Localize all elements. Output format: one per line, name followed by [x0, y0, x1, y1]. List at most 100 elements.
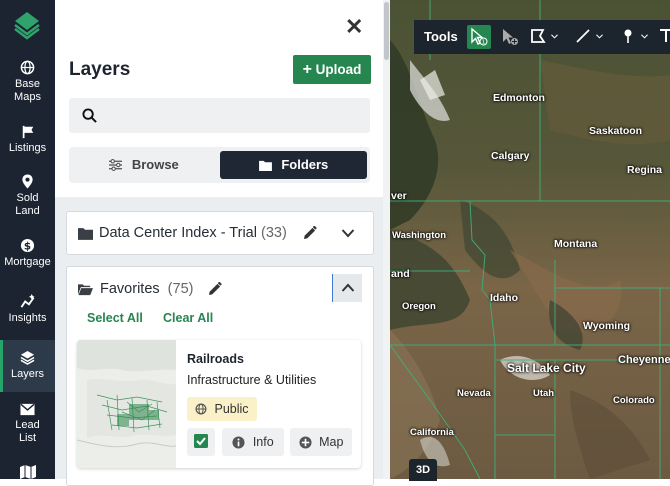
map-place-label: Saskatoon	[589, 125, 643, 137]
app-logo-icon[interactable]	[12, 10, 42, 40]
tab-browse[interactable]: Browse	[69, 147, 219, 183]
line-draw-icon	[576, 29, 590, 43]
layer-category: Infrastructure & Utilities	[187, 373, 317, 387]
folder-name: Data Center Index - Trial	[99, 225, 257, 241]
nav-item-label: Base Maps	[14, 78, 41, 103]
nav-item-label: Sold Land	[15, 192, 40, 217]
upload-button[interactable]: + Upload	[293, 55, 371, 84]
search-input[interactable]	[69, 98, 370, 133]
checkbox-checked-icon	[194, 434, 208, 448]
tab-browse-label: Browse	[131, 157, 179, 172]
chevron-down-icon	[551, 34, 558, 39]
folder-count: (33)	[261, 225, 287, 241]
folder-title[interactable]: Favorites (75)	[100, 281, 193, 297]
status-badge: Public	[187, 397, 257, 421]
tab-folders[interactable]: Folders	[220, 151, 367, 179]
collapse-button[interactable]	[332, 274, 362, 302]
map-place-label: Salt Lake City	[507, 361, 586, 375]
layer-thumbnail	[77, 340, 176, 468]
panel-scrollbar-thumb[interactable]	[384, 2, 389, 60]
tab-folders-label: Folders	[281, 157, 329, 172]
chevron-down-icon[interactable]	[341, 228, 355, 238]
dollar-icon: $	[20, 238, 35, 252]
folder-name: Favorites	[100, 281, 160, 297]
map-place-label: Calgary	[491, 150, 530, 162]
map-place-label: Montana	[554, 238, 598, 250]
map-button[interactable]: Map	[290, 428, 352, 456]
map-toolbar: Tools 1	[414, 20, 670, 54]
panel-scrollbar[interactable]	[383, 0, 390, 479]
nav-item-label: Listings	[8, 142, 47, 154]
map-place-label: Washington	[392, 230, 446, 241]
chevron-down-icon	[596, 34, 603, 39]
nav-item-label: Insights	[8, 312, 47, 324]
map-button-label: Map	[319, 435, 344, 449]
layers-icon	[20, 350, 35, 365]
view-toggle: Browse Folders	[69, 147, 370, 183]
map-place-label: Wyoming	[583, 320, 631, 332]
chevron-up-icon	[341, 283, 355, 292]
nav-item-label: Mortgage	[4, 256, 51, 268]
info-button[interactable]: Info	[222, 428, 284, 456]
flag-icon	[22, 125, 33, 139]
cursor-select-icon: 1	[471, 27, 488, 46]
nav-item-lead-list[interactable]: Lead List	[0, 403, 55, 453]
nav-item-label: Layers	[10, 368, 45, 380]
folder-count: (75)	[167, 281, 194, 297]
map-place-label: Regina	[627, 164, 663, 176]
cursor-add-icon	[503, 29, 518, 45]
tools-label: Tools	[424, 29, 458, 44]
panel-title: Layers	[69, 59, 131, 80]
line-tool-dropdown[interactable]	[572, 25, 604, 49]
map-place-label: Colorado	[613, 395, 655, 406]
nav-item-label: Lead List	[15, 419, 40, 444]
envelope-icon	[20, 403, 35, 416]
map-place-label: and	[391, 268, 410, 280]
pencil-icon[interactable]	[303, 226, 317, 240]
folder-icon	[258, 160, 272, 171]
satellite-map[interactable]: Edmonton Saskatoon Calgary Regina ver Wa…	[390, 0, 670, 479]
map-icon	[19, 465, 36, 479]
nav-item-layers[interactable]: Layers	[0, 340, 55, 392]
text-tool-icon	[660, 29, 670, 42]
close-icon[interactable]: ✕	[345, 16, 363, 38]
nav-item-base-maps[interactable]: Base Maps	[0, 60, 55, 110]
folder-title: Data Center Index - Trial (33)	[99, 225, 287, 241]
pencil-icon[interactable]	[208, 282, 222, 296]
map-place-label: Oregon	[402, 301, 436, 312]
badge-label: Public	[214, 402, 249, 416]
polygon-tool-dropdown[interactable]	[527, 25, 559, 49]
map-place-label: Nevada	[457, 388, 491, 399]
globe-icon	[20, 60, 35, 75]
svg-text:1: 1	[482, 40, 486, 46]
chevron-down-icon	[641, 34, 648, 39]
map-place-label: Edmonton	[493, 92, 545, 104]
map-place-label: ver	[391, 190, 407, 202]
nav-item-listings[interactable]: Listings	[0, 125, 55, 159]
clear-all-link[interactable]: Clear All	[163, 311, 213, 325]
map-pin-icon	[22, 174, 33, 189]
folder-data-center-index[interactable]: Data Center Index - Trial (33)	[66, 211, 374, 255]
nav-item-insights[interactable]: Insights	[0, 294, 55, 328]
info-icon	[232, 436, 245, 449]
nav-item-mortgage[interactable]: $ Mortgage	[0, 238, 55, 272]
plus-circle-icon	[299, 436, 312, 449]
select-all-link[interactable]: Select All	[87, 311, 143, 325]
nav-rail: Base Maps Listings Sold Land $ Mortgage …	[0, 0, 55, 479]
sparkle-chart-icon	[20, 294, 35, 308]
nav-item-sold-land[interactable]: Sold Land	[0, 174, 55, 224]
multi-select-tool-button[interactable]	[498, 25, 520, 49]
polygon-draw-icon	[531, 29, 546, 43]
nav-item-map[interactable]	[0, 465, 55, 479]
map-place-label: Idaho	[490, 292, 518, 304]
folder-open-icon	[78, 284, 93, 296]
pin-tool-dropdown[interactable]	[617, 25, 649, 49]
3d-toggle-button[interactable]: 3D	[409, 459, 437, 481]
layer-title: Railroads	[187, 352, 244, 366]
select-tool-button[interactable]: 1	[467, 25, 491, 49]
pushpin-icon	[624, 29, 632, 43]
layer-checkbox[interactable]	[187, 428, 215, 456]
plus-icon: +	[302, 61, 312, 78]
layer-card-railroads[interactable]: Railroads Infrastructure & Utilities Pub…	[77, 340, 361, 468]
text-tool-button[interactable]	[658, 25, 670, 49]
